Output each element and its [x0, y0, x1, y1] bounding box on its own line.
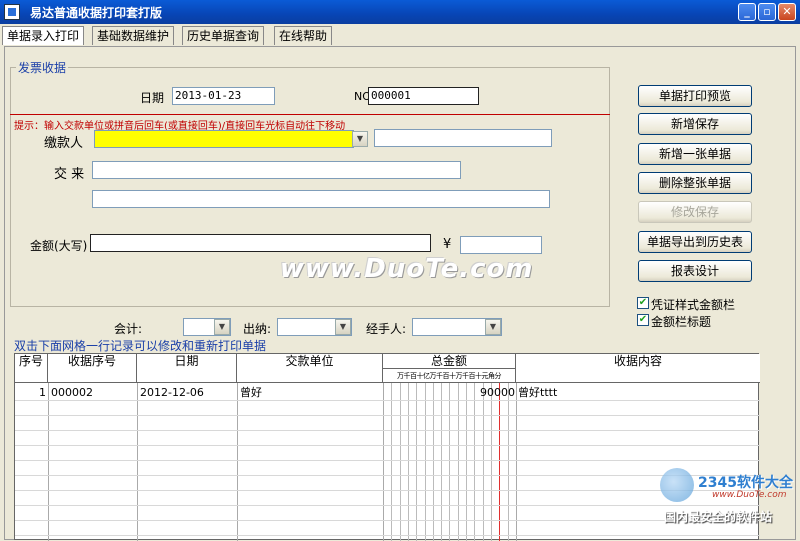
- chevron-down-icon[interactable]: ▼: [485, 319, 501, 335]
- grid-column-line: [237, 383, 238, 541]
- grid-column-line: [383, 383, 384, 541]
- amount-digit-line: [499, 383, 501, 541]
- tab-online-help[interactable]: 在线帮助: [274, 26, 332, 45]
- amount-digit-line: [441, 383, 443, 541]
- column-header[interactable]: 交款单位: [237, 354, 383, 383]
- amount-title-label: 金额栏标题: [651, 315, 712, 329]
- brand-logo-text: 2345软件大全: [698, 475, 793, 491]
- amount-digit-line: [449, 383, 451, 541]
- footer-text: 国内最安全的软件站: [664, 510, 773, 524]
- app-icon: [4, 4, 20, 20]
- grid-row-line: [15, 505, 760, 506]
- brand-logo: 2345软件大全 www.DuoTe.com: [660, 468, 798, 508]
- tab-base-data[interactable]: 基础数据维护: [92, 26, 174, 45]
- amount-digit-line: [424, 383, 426, 541]
- grid-column-line: [48, 383, 49, 541]
- date-label: 日期: [140, 91, 165, 105]
- grid-column-line: [137, 383, 138, 541]
- brand-url: www.DuoTe.com: [712, 490, 787, 500]
- accountant-label: 会计:: [114, 322, 143, 336]
- amount-digit-line: [482, 383, 484, 541]
- tab-history-query[interactable]: 历史单据查询: [182, 26, 264, 45]
- reason-field[interactable]: [92, 161, 461, 179]
- mascot-icon: [660, 468, 694, 502]
- amount-words-field[interactable]: [90, 234, 431, 252]
- cell-receipt-no: 000002: [51, 386, 93, 399]
- column-header[interactable]: 日期: [137, 354, 237, 383]
- cashier-label: 出纳:: [243, 322, 272, 336]
- chevron-down-icon[interactable]: ▼: [335, 319, 351, 335]
- new-receipt-button[interactable]: 新增一张单据: [638, 143, 752, 165]
- amount-digit-line: [416, 383, 418, 541]
- print-preview-button[interactable]: 单据打印预览: [638, 85, 752, 107]
- payer-extra-field[interactable]: [374, 129, 552, 147]
- grid-row-line: [15, 490, 760, 491]
- amount-digit-line: [466, 383, 467, 541]
- yen-symbol: ¥: [443, 237, 452, 252]
- amount-digit-line: [474, 383, 476, 541]
- grid-column-line: [516, 383, 517, 541]
- voucher-amount-checkbox[interactable]: ✔: [637, 297, 649, 309]
- amount-number-field[interactable]: [460, 236, 542, 254]
- column-header[interactable]: 总金额: [383, 354, 516, 369]
- reason-label: 交 来: [54, 167, 85, 182]
- chevron-down-icon[interactable]: ▼: [214, 319, 230, 335]
- amount-units-header: 万千百十亿万千百十万千百十元角分: [383, 369, 516, 383]
- tab-receipt-entry[interactable]: 单据录入打印: [2, 26, 84, 45]
- maximize-button[interactable]: ▫: [758, 3, 776, 21]
- payer-combo[interactable]: [94, 130, 354, 148]
- amount-digit-line: [432, 383, 434, 541]
- amount-title-checkbox[interactable]: ✔: [637, 314, 649, 326]
- column-header[interactable]: 收据内容: [516, 354, 760, 383]
- handler-label: 经手人:: [366, 322, 407, 336]
- grid-row-line: [15, 460, 760, 461]
- records-grid[interactable]: 序号 收据序号 日期 交款单位 总金额 万千百十亿万千百十万千百十元角分 收据内…: [14, 353, 760, 541]
- amount-digit-line: [457, 383, 459, 541]
- grid-row-line: [15, 430, 760, 431]
- cell-content: 曾好tttt: [518, 386, 558, 399]
- cell-payer: 曾好: [240, 386, 262, 399]
- window-title: 易达普通收据打印套打版: [30, 6, 163, 20]
- cell-amount: 90000: [480, 386, 515, 399]
- cell-date: 2012-12-06: [140, 386, 204, 399]
- grid-row-line: [15, 400, 760, 401]
- export-history-button[interactable]: 单据导出到历史表: [638, 231, 752, 253]
- amount-digit-line: [407, 383, 409, 541]
- amount-digit-line: [507, 383, 509, 541]
- reason-extra-field[interactable]: [92, 190, 550, 208]
- cell-index: 1: [39, 386, 46, 399]
- tab-strip: 单据录入打印 基础数据维护 历史单据查询 在线帮助: [0, 26, 800, 46]
- date-field[interactable]: 2013-01-23: [172, 87, 275, 105]
- column-header[interactable]: 序号: [15, 354, 48, 383]
- receipt-no-field[interactable]: 000001: [368, 87, 479, 105]
- new-save-button[interactable]: 新增保存: [638, 113, 752, 135]
- report-design-button[interactable]: 报表设计: [638, 260, 752, 282]
- amount-digit-line: [490, 383, 492, 541]
- modify-save-button[interactable]: 修改保存: [638, 201, 752, 223]
- amount-digit-line: [391, 383, 393, 541]
- amount-label: 金额(大写): [30, 239, 88, 253]
- grid-row-line: [15, 445, 760, 446]
- minimize-button[interactable]: _: [738, 3, 756, 21]
- close-button[interactable]: ✕: [778, 3, 796, 21]
- grid-row-line: [15, 520, 760, 521]
- grid-row-line: [15, 415, 760, 416]
- amount-digit-line: [399, 383, 401, 541]
- chevron-down-icon[interactable]: ▼: [352, 131, 368, 147]
- voucher-amount-label: 凭证样式金额栏: [651, 298, 736, 312]
- grid-caption: 双击下面网格一行记录可以修改和重新打印单据: [14, 339, 267, 353]
- grid-row-line: [15, 475, 760, 476]
- divider: [10, 114, 610, 115]
- column-header[interactable]: 收据序号: [48, 354, 137, 383]
- group-title: 发票收据: [16, 59, 69, 76]
- payer-label: 缴款人: [44, 136, 84, 151]
- delete-receipt-button[interactable]: 删除整张单据: [638, 172, 752, 194]
- watermark: www.DuoTe.com: [280, 254, 534, 284]
- grid-row-line: [15, 535, 760, 536]
